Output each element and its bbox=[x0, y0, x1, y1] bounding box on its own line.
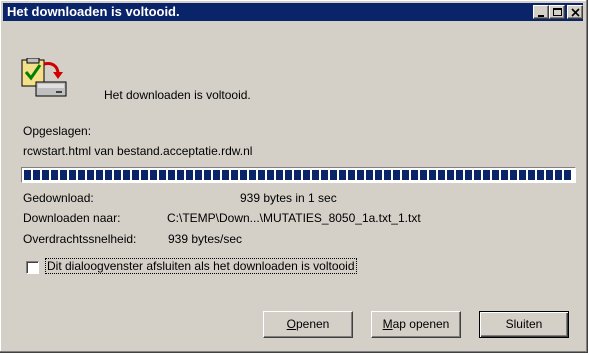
saved-file-name: rcwstart.html van bestand.acceptatie.rdw… bbox=[23, 144, 253, 158]
open-button-label: penen bbox=[295, 317, 330, 331]
close-icon bbox=[571, 8, 580, 17]
window-title: Het downloaden is voltooid. bbox=[7, 4, 180, 19]
transfer-rate-label: Overdrachtssnelheid: bbox=[23, 232, 137, 246]
close-when-done-checkbox[interactable] bbox=[26, 261, 39, 274]
open-folder-accel: M bbox=[382, 317, 393, 331]
open-folder-button[interactable]: Map openen bbox=[371, 311, 461, 338]
progress-fill bbox=[24, 170, 573, 180]
minimize-button[interactable] bbox=[533, 5, 549, 19]
download-complete-icon bbox=[20, 57, 68, 106]
open-folder-label: ap openen bbox=[392, 317, 450, 331]
close-dialog-label: Sluiten bbox=[505, 317, 543, 331]
close-when-done-label[interactable]: Dit dialoogvenster afsluiten als het dow… bbox=[45, 258, 357, 274]
maximize-button[interactable] bbox=[549, 5, 565, 19]
open-button[interactable]: Openen bbox=[263, 311, 353, 338]
downloaded-label: Gedownload: bbox=[23, 191, 94, 205]
transfer-rate-value: 939 bytes/sec bbox=[168, 232, 243, 246]
minimize-icon bbox=[538, 15, 544, 17]
status-heading: Het downloaden is voltooid. bbox=[104, 88, 251, 102]
download-complete-dialog: Het downloaden is voltooid. Het download… bbox=[0, 0, 588, 353]
title-bar[interactable]: Het downloaden is voltooid. bbox=[3, 3, 583, 21]
target-path: C:\TEMP\Down...\MUTATIES_8050_1a.txt_1.t… bbox=[167, 211, 421, 225]
target-label: Downloaden naar: bbox=[23, 211, 121, 225]
close-button[interactable] bbox=[567, 5, 583, 19]
close-dialog-button[interactable]: Sluiten bbox=[479, 311, 569, 338]
maximize-icon bbox=[553, 8, 562, 16]
open-button-accel: O bbox=[286, 317, 296, 331]
downloaded-value: 939 bytes in 1 sec bbox=[240, 191, 337, 205]
download-progress-bar bbox=[21, 167, 576, 183]
saved-label: Opgeslagen: bbox=[23, 124, 92, 138]
